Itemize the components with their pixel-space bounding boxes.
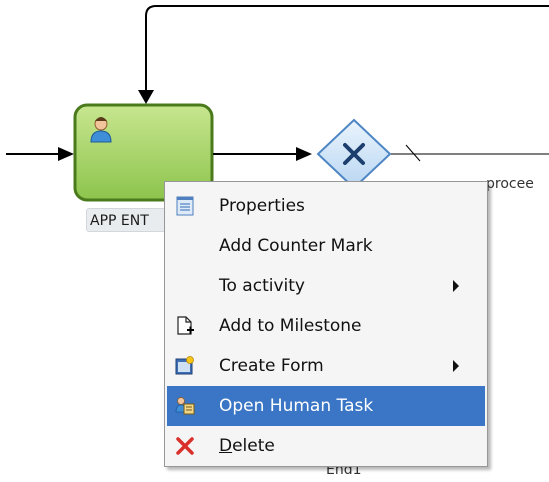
menu-label-delete: Delete	[219, 426, 275, 466]
submenu-arrow-icon	[453, 360, 459, 372]
human-task-icon	[175, 397, 195, 415]
menu-item-open-human-task[interactable]: Open Human Task	[167, 386, 485, 426]
menu-label-delete-rest: elete	[232, 436, 275, 456]
menu-item-to-activity[interactable]: To activity	[167, 266, 485, 306]
menu-label-properties: Properties	[219, 196, 305, 216]
loop-sequence-flow[interactable]	[145, 5, 549, 92]
menu-item-add-to-milestone[interactable]: Add to Milestone	[167, 306, 485, 346]
menu-label-add-to-milestone: Add to Milestone	[219, 316, 362, 336]
menu-item-add-counter-mark[interactable]: Add Counter Mark	[167, 226, 485, 266]
loop-arrowhead	[138, 90, 154, 104]
flow-name-label: procee	[486, 176, 534, 192]
submenu-arrow-icon	[453, 280, 459, 292]
menu-item-properties[interactable]: Properties	[167, 186, 485, 226]
context-menu: Properties Add Counter Mark To activity …	[164, 181, 488, 467]
menu-label-add-counter-mark: Add Counter Mark	[219, 236, 373, 256]
delete-x-icon	[176, 437, 194, 455]
gateway-arrowhead	[296, 147, 312, 161]
form-icon	[175, 356, 194, 375]
menu-item-create-form[interactable]: Create Form	[167, 346, 485, 386]
menu-label-to-activity: To activity	[219, 276, 305, 296]
incoming-arrowhead	[58, 147, 74, 161]
menu-label-create-form: Create Form	[219, 356, 324, 376]
properties-icon	[176, 196, 194, 216]
default-flow-marker	[405, 144, 421, 162]
menu-mnemonic-d: D	[219, 436, 233, 456]
menu-label-open-human-task: Open Human Task	[219, 396, 374, 416]
document-add-icon	[177, 316, 194, 335]
menu-item-delete[interactable]: Delete	[167, 426, 485, 466]
